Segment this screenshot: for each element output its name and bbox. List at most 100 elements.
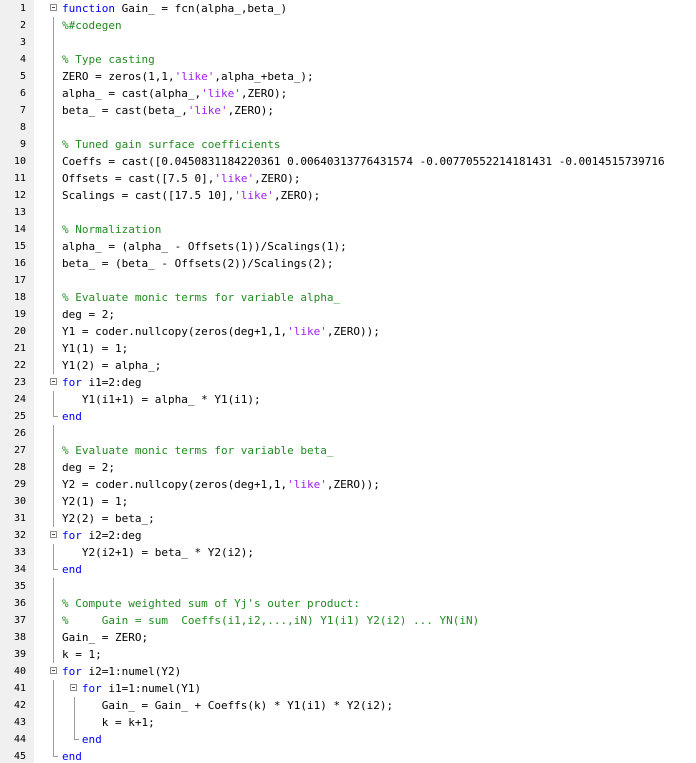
code-text[interactable]: k = 1; (62, 646, 696, 663)
code-text[interactable]: end (62, 748, 696, 763)
code-text[interactable]: % Compute weighted sum of Yj's outer pro… (62, 595, 696, 612)
code-text[interactable]: % Gain = sum Coeffs(i1,i2,...,iN) Y1(i1)… (62, 612, 696, 629)
code-text[interactable]: Coeffs = cast([0.0450831184220361 0.0064… (62, 153, 696, 170)
code-text[interactable]: beta_ = cast(beta_,'like',ZERO); (62, 102, 696, 119)
code-text[interactable]: function Gain_ = fcn(alpha_,beta_) (62, 0, 696, 17)
code-text[interactable]: % Type casting (62, 51, 696, 68)
code-text[interactable]: end (62, 561, 696, 578)
line-number: 27 (13, 445, 26, 456)
code-text[interactable]: for i2=1:numel(Y2) (62, 663, 696, 680)
line-number: 9 (19, 139, 26, 150)
code-token: for (62, 376, 82, 389)
code-text[interactable]: alpha_ = (alpha_ - Offsets(1))/Scalings(… (62, 238, 696, 255)
code-text[interactable]: k = k+1; (62, 714, 696, 731)
code-text[interactable]: deg = 2; (62, 459, 696, 476)
code-line[interactable]: 27 % Evaluate monic terms for variable be… (0, 442, 696, 459)
code-text[interactable]: Gain_ = ZERO; (62, 629, 696, 646)
code-line[interactable]: 8 (0, 119, 696, 136)
code-line[interactable]: 21 Y1(1) = 1; (0, 340, 696, 357)
code-line[interactable]: 37 % Gain = sum Coeffs(i1,i2,...,iN) Y1(i… (0, 612, 696, 629)
code-line[interactable]: 13 (0, 204, 696, 221)
code-text[interactable]: Gain_ = Gain_ + Coeffs(k) * Y1(i1) * Y2(… (62, 697, 696, 714)
code-line[interactable]: 18 % Evaluate monic terms for variable al… (0, 289, 696, 306)
code-line[interactable]: 23 for i1=2:deg (0, 374, 696, 391)
code-text[interactable]: end (62, 408, 696, 425)
code-text[interactable]: for i2=2:deg (62, 527, 696, 544)
code-line[interactable]: 1 function Gain_ = fcn(alpha_,beta_) (0, 0, 696, 17)
code-line[interactable]: 2 %#codegen (0, 17, 696, 34)
code-text[interactable]: Y1(1) = 1; (62, 340, 696, 357)
code-line[interactable]: 41 for i1=1:numel(Y1) (0, 680, 696, 697)
fold-toggle-icon[interactable] (50, 4, 57, 11)
code-line[interactable]: 22 Y1(2) = alpha_; (0, 357, 696, 374)
code-text[interactable]: ZERO = zeros(1,1,'like',alpha_+beta_); (62, 68, 696, 85)
code-line[interactable]: 36 % Compute weighted sum of Yj's outer p… (0, 595, 696, 612)
fold-toggle-icon[interactable] (50, 378, 57, 385)
code-line[interactable]: 29 Y2 = coder.nullcopy(zeros(deg+1,1,'lik… (0, 476, 696, 493)
code-text[interactable]: % Evaluate monic terms for variable alph… (62, 289, 696, 306)
code-line[interactable]: 12 Scalings = cast([17.5 10],'like',ZERO)… (0, 187, 696, 204)
code-line[interactable]: 40 for i2=1:numel(Y2) (0, 663, 696, 680)
code-text[interactable]: for i1=2:deg (62, 374, 696, 391)
code-line[interactable]: 45 end (0, 748, 696, 763)
code-text[interactable]: Y1(2) = alpha_; (62, 357, 696, 374)
code-line[interactable]: 35 (0, 578, 696, 595)
code-text[interactable]: Y2(i2+1) = beta_ * Y2(i2); (62, 544, 696, 561)
code-text[interactable]: beta_ = (beta_ - Offsets(2))/Scalings(2)… (62, 255, 696, 272)
code-text[interactable]: Y2 = coder.nullcopy(zeros(deg+1,1,'like'… (62, 476, 696, 493)
code-line[interactable]: 25 end (0, 408, 696, 425)
code-line[interactable]: 44 end (0, 731, 696, 748)
code-text[interactable]: end (62, 731, 696, 748)
code-line[interactable]: 7 beta_ = cast(beta_,'like',ZERO); (0, 102, 696, 119)
code-text[interactable]: Y1 = coder.nullcopy(zeros(deg+1,1,'like'… (62, 323, 696, 340)
code-line[interactable]: 26 (0, 425, 696, 442)
fold-toggle-icon[interactable] (50, 531, 57, 538)
code-line[interactable]: 30 Y2(1) = 1; (0, 493, 696, 510)
code-line[interactable]: 9 % Tuned gain surface coefficients (0, 136, 696, 153)
code-lines[interactable]: 1 function Gain_ = fcn(alpha_,beta_) 2 %#co… (0, 0, 696, 763)
code-token: ,ZERO); (240, 87, 288, 100)
code-line[interactable]: 14 % Normalization (0, 221, 696, 238)
code-line[interactable]: 15 alpha_ = (alpha_ - Offsets(1))/Scaling… (0, 238, 696, 255)
code-text[interactable]: Y2(2) = beta_; (62, 510, 696, 527)
code-line[interactable]: 10 Coeffs = cast([0.0450831184220361 0.00… (0, 153, 696, 170)
code-line[interactable]: 43 k = k+1; (0, 714, 696, 731)
fold-toggle-icon[interactable] (50, 667, 57, 674)
code-line[interactable]: 20 Y1 = coder.nullcopy(zeros(deg+1,1,'lik… (0, 323, 696, 340)
code-text[interactable]: alpha_ = cast(alpha_,'like',ZERO); (62, 85, 696, 102)
code-line[interactable]: 28 deg = 2; (0, 459, 696, 476)
code-text[interactable]: Y2(1) = 1; (62, 493, 696, 510)
code-line[interactable]: 32 for i2=2:deg (0, 527, 696, 544)
code-line[interactable]: 16 beta_ = (beta_ - Offsets(2))/Scalings(… (0, 255, 696, 272)
code-text[interactable]: Scalings = cast([17.5 10],'like',ZERO); (62, 187, 696, 204)
code-editor[interactable]: 1 function Gain_ = fcn(alpha_,beta_) 2 %#co… (0, 0, 696, 763)
code-line[interactable]: 34 end (0, 561, 696, 578)
code-line[interactable]: 4 % Type casting (0, 51, 696, 68)
code-line[interactable]: 19 deg = 2; (0, 306, 696, 323)
line-number: 44 (13, 734, 26, 745)
code-text[interactable]: % Tuned gain surface coefficients (62, 136, 696, 153)
code-text[interactable]: % Normalization (62, 221, 696, 238)
code-text[interactable]: for i1=1:numel(Y1) (62, 680, 696, 697)
code-text[interactable]: Y1(i1+1) = alpha_ * Y1(i1); (62, 391, 696, 408)
code-text[interactable]: %#codegen (62, 17, 696, 34)
code-line[interactable]: 6 alpha_ = cast(alpha_,'like',ZERO); (0, 85, 696, 102)
code-line[interactable]: 42 Gain_ = Gain_ + Coeffs(k) * Y1(i1) * … (0, 697, 696, 714)
code-text[interactable]: % Evaluate monic terms for variable beta… (62, 442, 696, 459)
code-line[interactable]: 39 k = 1; (0, 646, 696, 663)
code-text[interactable]: Offsets = cast([7.5 0],'like',ZERO); (62, 170, 696, 187)
line-number: 43 (13, 717, 26, 728)
code-token: function (62, 2, 115, 15)
code-line[interactable]: 33 Y2(i2+1) = beta_ * Y2(i2); (0, 544, 696, 561)
code-line[interactable]: 5 ZERO = zeros(1,1,'like',alpha_+beta_); (0, 68, 696, 85)
code-text[interactable]: deg = 2; (62, 306, 696, 323)
fold-guide (53, 357, 54, 374)
code-line[interactable]: 3 (0, 34, 696, 51)
code-line[interactable]: 17 (0, 272, 696, 289)
code-line[interactable]: 24 Y1(i1+1) = alpha_ * Y1(i1); (0, 391, 696, 408)
code-token: i1=2:deg (81, 376, 142, 389)
line-number: 23 (13, 377, 26, 388)
code-line[interactable]: 38 Gain_ = ZERO; (0, 629, 696, 646)
code-line[interactable]: 31 Y2(2) = beta_; (0, 510, 696, 527)
code-line[interactable]: 11 Offsets = cast([7.5 0],'like',ZERO); (0, 170, 696, 187)
